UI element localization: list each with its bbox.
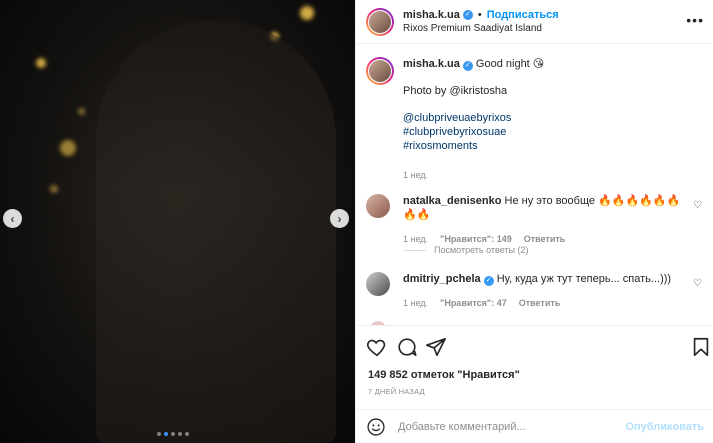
share-icon[interactable] [425, 336, 447, 358]
post-timestamp[interactable]: 7 ДНЕЙ НАЗАД [368, 387, 425, 396]
more-options-icon[interactable]: ••• [686, 13, 704, 27]
comment-input[interactable] [398, 420, 638, 433]
hashtag-link[interactable]: #rixosmoments [403, 139, 544, 153]
like-heart-icon[interactable] [366, 336, 388, 358]
post-sidebar: misha.k.ua ✓ • Подписаться Rixos Premium… [355, 0, 713, 443]
author-username[interactable]: misha.k.ua [403, 8, 460, 22]
likes-count[interactable]: 149 852 отметок "Нравится" [368, 369, 520, 381]
comments-list[interactable]: misha.k.ua ✓ Good night 😘 Photo by @ikris… [356, 45, 713, 325]
bokeh-light [36, 58, 46, 68]
carousel-dot [185, 432, 189, 436]
comment-text: Ну, куда уж тут теперь... спать...))) [496, 273, 672, 285]
carousel-indicator [157, 432, 189, 436]
replies-divider [404, 249, 426, 251]
caption-text: Good night 😘 [475, 58, 545, 70]
comment-item: natalka_denisenko Не ну это вообще 🔥🔥🔥🔥🔥… [366, 194, 706, 246]
carousel-dot [178, 432, 182, 436]
commenter-avatar[interactable] [366, 272, 390, 296]
hashtag-link[interactable]: #clubprivebyrixosuae [403, 125, 544, 139]
carousel-dot [164, 432, 168, 436]
commenter-username[interactable]: dmitriy_pchela [403, 273, 481, 285]
reply-button[interactable]: Ответить [519, 296, 561, 310]
carousel-dot [171, 432, 175, 436]
bokeh-light [300, 6, 314, 20]
bokeh-light [78, 108, 85, 115]
comment-age[interactable]: 1 нед. [403, 232, 428, 246]
separator-dot: • [477, 8, 482, 21]
story-ring[interactable] [366, 7, 394, 36]
caption-age[interactable]: 1 нед. [403, 168, 544, 182]
bokeh-light [50, 185, 58, 193]
view-replies-button[interactable]: Посмотреть ответы (2) [404, 245, 529, 255]
author-avatar[interactable] [369, 10, 391, 33]
post-header: misha.k.ua ✓ • Подписаться Rixos Premium… [356, 0, 713, 44]
bokeh-light [60, 140, 76, 156]
comment-composer: Опубликовать [356, 409, 713, 443]
publish-button[interactable]: Опубликовать [625, 421, 704, 433]
commenter-avatar[interactable] [366, 194, 390, 218]
comment-likes[interactable]: "Нравится": 47 [440, 296, 507, 310]
verified-badge-icon: ✓ [462, 9, 473, 20]
comment-likes[interactable]: "Нравится": 149 [440, 232, 512, 246]
carousel-prev-button[interactable]: ‹ [3, 209, 22, 228]
location-link[interactable]: Rixos Premium Saadiyat Island [403, 22, 559, 36]
post-actions: 149 852 отметок "Нравится" 7 ДНЕЙ НАЗАД [356, 325, 713, 409]
comment-age[interactable]: 1 нед. [403, 296, 428, 310]
comment-icon[interactable] [396, 336, 418, 358]
verified-badge-icon: ✓ [483, 276, 494, 286]
reply-button[interactable]: Ответить [524, 232, 566, 246]
photo-subject-placeholder [96, 20, 336, 443]
view-replies-label[interactable]: Посмотреть ответы (2) [434, 245, 529, 255]
comment-like-icon[interactable]: ♡ [693, 200, 702, 211]
photo-credit: Photo by @ikristosha [403, 85, 508, 97]
comment-like-icon[interactable]: ♡ [693, 278, 702, 289]
story-ring[interactable] [366, 57, 394, 85]
caption: misha.k.ua ✓ Good night 😘 Photo by @ikris… [366, 57, 696, 182]
hashtag-link[interactable]: @clubpriveuaebyrixos [403, 111, 544, 125]
caption-username[interactable]: misha.k.ua [403, 58, 460, 70]
comment-item: dmitriy_pchela ✓ Ну, куда уж тут теперь..… [366, 272, 706, 310]
carousel-dot [157, 432, 161, 436]
commenter-username[interactable]: natalka_denisenko [403, 195, 501, 207]
bookmark-icon[interactable] [690, 336, 712, 358]
author-avatar[interactable] [369, 60, 391, 82]
post-photo[interactable]: ‹ › [0, 0, 355, 443]
follow-button[interactable]: Подписаться [487, 8, 559, 22]
carousel-next-button[interactable]: › [330, 209, 349, 228]
verified-badge-icon: ✓ [462, 61, 473, 71]
emoji-icon[interactable] [366, 417, 386, 437]
